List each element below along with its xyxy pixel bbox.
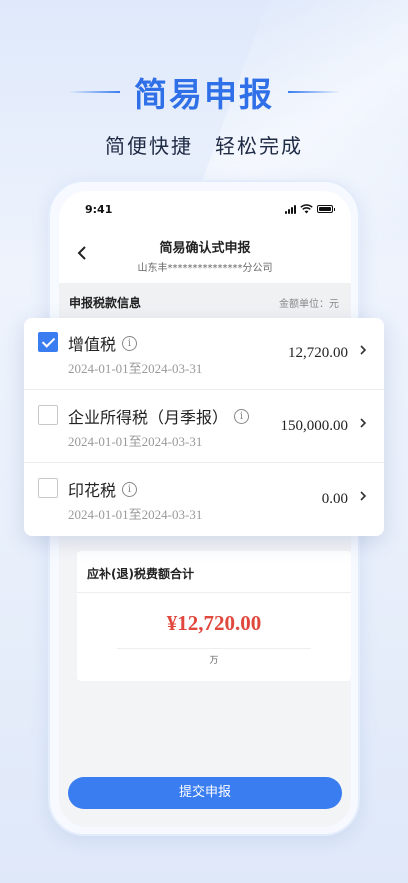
status-icons	[285, 204, 335, 214]
total-unit: 万	[209, 656, 219, 666]
tax-row-income[interactable]: 企业所得税（月季报） i 2024-01-01至2024-03-31 150,0…	[24, 391, 384, 463]
stamp-tax-checkbox[interactable]	[38, 478, 58, 498]
chevron-right-icon[interactable]	[358, 488, 368, 504]
tax-name-label: 增值税	[68, 335, 117, 354]
hero-title: 简易申报	[134, 75, 274, 114]
nav-title: 简易确认式申报	[159, 241, 251, 256]
info-icon[interactable]: i	[122, 335, 138, 351]
chevron-right-icon[interactable]	[358, 415, 368, 431]
nav-bar: 简易确认式申报 山东丰***************分公司	[59, 227, 351, 283]
info-icon[interactable]: i	[234, 408, 250, 424]
tax-amount: 150,000.00	[280, 418, 349, 434]
tax-period: 2024-01-01至2024-03-31	[68, 434, 203, 449]
tax-list-card: 增值税 i 2024-01-01至2024-03-31 12,720.00 企业…	[24, 318, 384, 536]
hero-banner: 简易申报 简便快捷 轻松完成	[0, 68, 408, 159]
tax-period: 2024-01-01至2024-03-31	[68, 507, 203, 522]
chevron-left-icon[interactable]	[73, 241, 93, 265]
section-unit: 金额单位：元	[279, 298, 339, 310]
hero-line-left	[68, 91, 120, 93]
total-title: 应补(退)税费额合计	[77, 551, 351, 593]
chevron-right-icon[interactable]	[358, 342, 368, 358]
tax-name-label: 印花税	[68, 481, 117, 500]
total-value: ¥12,720.00	[166, 611, 262, 635]
total-card: 应补(退)税费额合计 ¥12,720.00 万	[77, 551, 351, 681]
tax-name: 印花税 i	[68, 477, 138, 501]
tax-amount: 0.00	[321, 491, 348, 507]
section-header: 申报税款信息 金额单位：元	[59, 283, 351, 321]
tax-row-stamp[interactable]: 印花税 i 2024-01-01至2024-03-31 0.00	[24, 464, 384, 536]
hero-line-right	[288, 91, 340, 93]
cellular-signal-icon	[285, 204, 296, 214]
section-title: 申报税款信息	[69, 295, 142, 310]
hero-title-row: 简易申报	[0, 68, 408, 116]
wifi-icon	[300, 204, 313, 214]
status-time: 9:41	[85, 202, 113, 216]
income-tax-checkbox[interactable]	[38, 405, 58, 425]
hero-subtitle: 简便快捷 轻松完成	[105, 134, 303, 158]
submit-button[interactable]: 提交申报	[68, 777, 342, 809]
tax-amount: 12,720.00	[288, 345, 348, 361]
tax-name: 企业所得税（月季报） i	[68, 404, 250, 428]
tax-name: 增值税 i	[68, 331, 138, 355]
total-divider	[117, 648, 311, 649]
tax-name-label: 企业所得税（月季报）	[68, 408, 229, 427]
info-icon[interactable]: i	[122, 481, 138, 497]
status-bar: 9:41	[59, 191, 351, 227]
tax-period: 2024-01-01至2024-03-31	[68, 361, 203, 376]
tax-row-vat[interactable]: 增值税 i 2024-01-01至2024-03-31 12,720.00	[24, 318, 384, 390]
vat-checkbox[interactable]	[38, 332, 58, 352]
nav-subtitle: 山东丰***************分公司	[137, 263, 273, 274]
battery-icon	[317, 205, 335, 213]
